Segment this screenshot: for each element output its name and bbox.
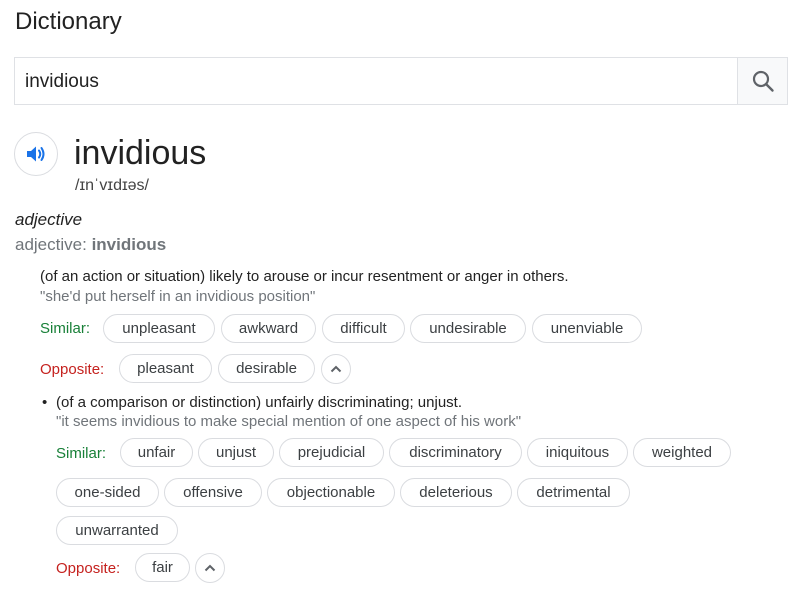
headword: invidious	[74, 134, 207, 172]
sense2-similar-chip[interactable]: one-sided	[56, 478, 159, 507]
sense1-similar-chip[interactable]: difficult	[322, 314, 405, 343]
sense1-opposite-label: Opposite:	[40, 361, 105, 378]
search-input[interactable]: invidious	[25, 71, 99, 93]
sense2-similar-chip[interactable]: iniquitous	[527, 438, 628, 467]
sense2-similar-chip[interactable]: deleterious	[400, 478, 512, 507]
sense1-similar-chip[interactable]: undesirable	[410, 314, 526, 343]
sense2-similar-chip[interactable]: unwarranted	[56, 516, 178, 545]
sense1-definition: (of an action or situation) likely to ar…	[40, 268, 569, 285]
part-of-speech: adjective	[15, 210, 83, 229]
magnifier-icon	[752, 70, 774, 92]
page-title: Dictionary	[15, 8, 122, 35]
sense1-collapse-button[interactable]	[321, 354, 351, 384]
sense1-similar-chip[interactable]: unenviable	[532, 314, 642, 343]
word-form-label: adjective:	[15, 235, 87, 254]
sense2-bullet: •	[42, 394, 48, 411]
sense2-similar-chip[interactable]: weighted	[633, 438, 731, 467]
sense1-similar-label: Similar:	[40, 320, 91, 337]
sense2-similar-chip[interactable]: unjust	[198, 438, 274, 467]
sense1-example: "she'd put herself in an invidious posit…	[40, 288, 316, 305]
search-button[interactable]	[737, 58, 787, 104]
sense2-collapse-button[interactable]	[195, 553, 225, 583]
sense1-similar-chip[interactable]: awkward	[221, 314, 316, 343]
chevron-up-icon	[204, 564, 216, 572]
speaker-icon	[27, 146, 45, 162]
sense2-similar-chip[interactable]: prejudicial	[279, 438, 384, 467]
sense1-similar-chip[interactable]: unpleasant	[103, 314, 215, 343]
word-form-word: invidious	[91, 235, 167, 254]
word-form: adjective: invidious	[15, 235, 166, 255]
sense2-similar-chip[interactable]: unfair	[120, 438, 193, 467]
sense2-example: "it seems invidious to make special ment…	[56, 413, 522, 430]
chevron-up-icon	[330, 365, 342, 373]
sense2-similar-chip[interactable]: offensive	[164, 478, 262, 507]
sense2-similar-label: Similar:	[56, 445, 107, 462]
pronunciation-button[interactable]	[14, 132, 58, 176]
sense2-similar-chip[interactable]: discriminatory	[389, 438, 522, 467]
sense1-opposite-chip[interactable]: desirable	[218, 354, 315, 383]
sense2-similar-chip[interactable]: detrimental	[517, 478, 630, 507]
sense2-opposite-chip[interactable]: fair	[135, 553, 190, 582]
sense2-opposite-label: Opposite:	[56, 560, 121, 577]
phonetic: /ɪnˈvɪdɪəs/	[75, 177, 149, 194]
sense1-opposite-chip[interactable]: pleasant	[119, 354, 212, 383]
search-box: invidious	[14, 57, 788, 105]
sense2-definition: (of a comparison or distinction) unfairl…	[56, 394, 463, 411]
sense2-similar-chip[interactable]: objectionable	[267, 478, 395, 507]
